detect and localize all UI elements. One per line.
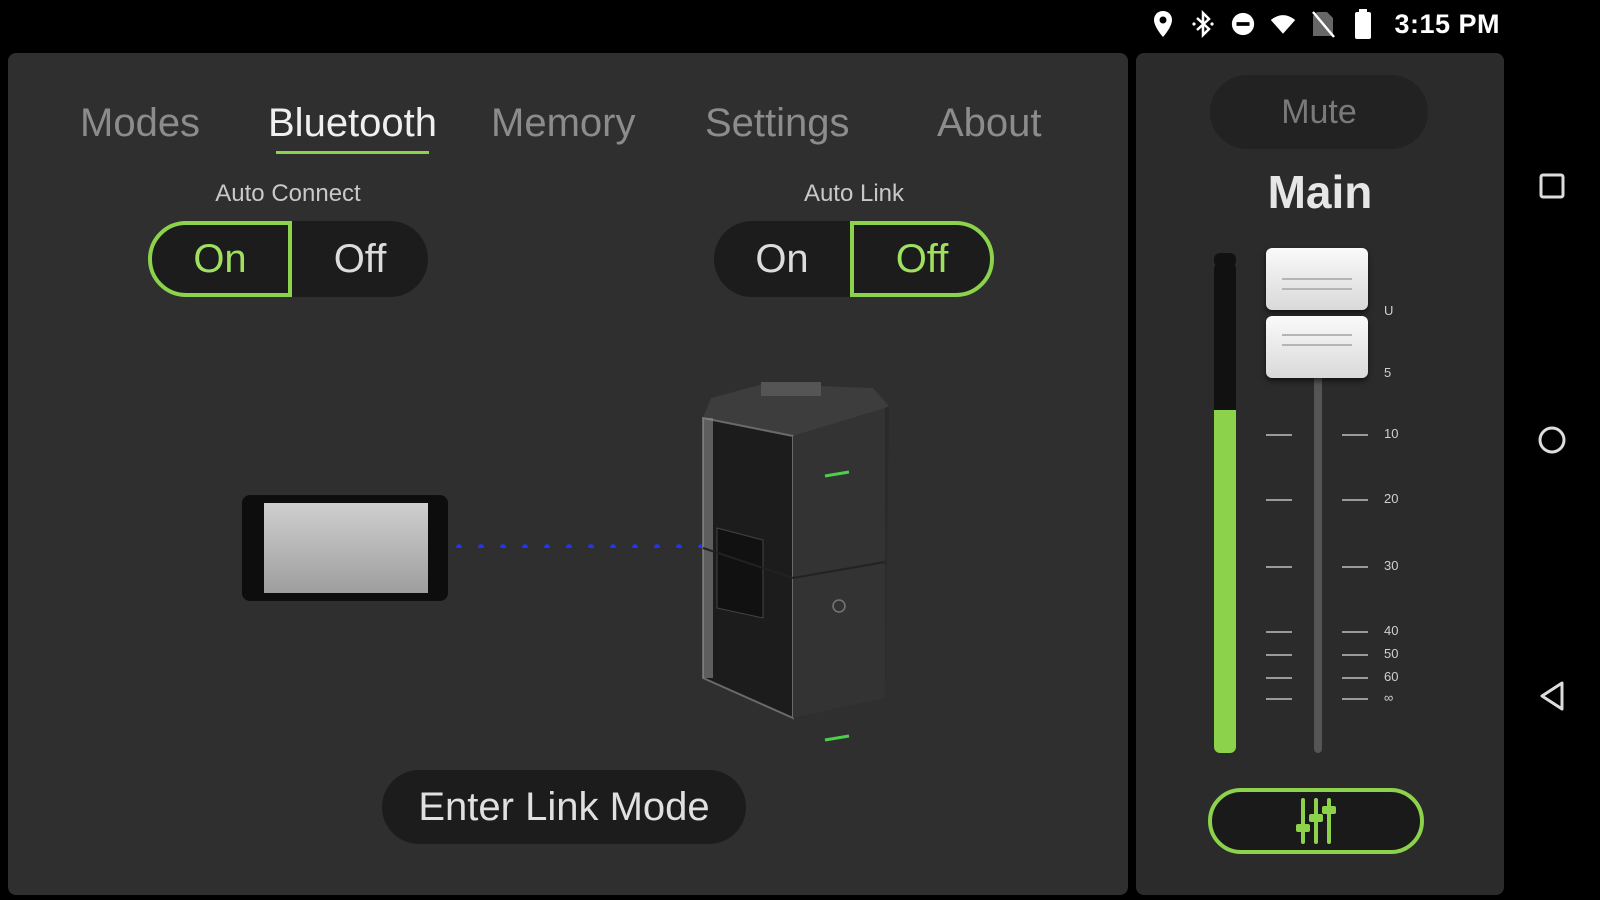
- do-not-disturb-icon: [1230, 9, 1256, 39]
- mute-button[interactable]: Mute: [1210, 75, 1428, 149]
- bluetooth-link-dots: [448, 544, 703, 548]
- back-button[interactable]: [1532, 676, 1572, 716]
- circle-icon: [1538, 426, 1566, 454]
- navigation-bar: [1510, 48, 1600, 900]
- fader-tick: [1266, 434, 1292, 436]
- fader-tick: [1266, 566, 1292, 568]
- tab-bar: Modes Bluetooth Memory Settings About: [8, 101, 1128, 161]
- fader-tick: [1266, 677, 1292, 679]
- fader-tick: [1342, 654, 1368, 656]
- tab-modes[interactable]: Modes: [80, 101, 200, 146]
- auto-link-on-button[interactable]: On: [714, 221, 850, 297]
- fader-scale-label: 50: [1384, 646, 1399, 661]
- battery-icon: [1350, 9, 1376, 39]
- sliders-icon: [1296, 798, 1336, 844]
- fader-scale-label: 5: [1384, 365, 1392, 380]
- fader-tick: [1342, 677, 1368, 679]
- status-time: 3:15 PM: [1394, 8, 1500, 39]
- fader-tick: [1342, 499, 1368, 501]
- status-icons: 3:15 PM: [1150, 8, 1500, 40]
- auto-link-label: Auto Link: [803, 180, 905, 207]
- fader-scale-label: ∞: [1384, 690, 1394, 705]
- square-icon: [1539, 173, 1565, 199]
- auto-connect-off-button[interactable]: Off: [292, 221, 428, 297]
- fader-scale-label: 20: [1384, 491, 1399, 506]
- main-panel: Modes Bluetooth Memory Settings About Au…: [8, 53, 1128, 895]
- location-icon: [1150, 9, 1176, 39]
- fader-tick: [1342, 631, 1368, 633]
- tab-bluetooth[interactable]: Bluetooth: [268, 101, 437, 154]
- back-triangle-icon: [1540, 681, 1564, 711]
- recent-apps-button[interactable]: [1532, 166, 1572, 206]
- home-button[interactable]: [1532, 420, 1572, 460]
- mixer-panel: Mute Main U 5 10 20 30 40 50 60 ∞: [1136, 53, 1504, 895]
- fader-scale-label: 60: [1384, 669, 1399, 684]
- enter-link-mode-button[interactable]: Enter Link Mode: [382, 770, 746, 844]
- fader-scale-label: 10: [1384, 426, 1399, 441]
- auto-connect-toggle: On Off: [148, 221, 428, 297]
- status-bar: 3:15 PM: [0, 0, 1500, 48]
- phone-screen: [264, 503, 428, 593]
- mixer-view-button[interactable]: [1208, 788, 1424, 854]
- fader-scale-label: 30: [1384, 558, 1399, 573]
- tab-settings[interactable]: Settings: [705, 101, 850, 146]
- fader-tick: [1342, 566, 1368, 568]
- fader-tick: [1342, 698, 1368, 700]
- fader-tick: [1266, 499, 1292, 501]
- tab-about[interactable]: About: [937, 101, 1042, 146]
- level-meter-fill: [1214, 410, 1236, 753]
- channel-label: Main: [1267, 166, 1373, 218]
- fader-tick: [1266, 631, 1292, 633]
- fader-track[interactable]: [1314, 333, 1322, 753]
- fader-scale-label: 40: [1384, 623, 1399, 638]
- auto-link-toggle: On Off: [714, 221, 994, 297]
- bluetooth-icon: [1190, 9, 1216, 39]
- fader-tick: [1266, 698, 1292, 700]
- fader-scale-label: U: [1384, 303, 1394, 318]
- fader-handle[interactable]: [1266, 248, 1368, 378]
- phone-illustration: [242, 495, 448, 601]
- fader-tick: [1342, 434, 1368, 436]
- wifi-icon: [1270, 9, 1296, 39]
- auto-link-off-button[interactable]: Off: [850, 221, 994, 297]
- fader-tick: [1266, 654, 1292, 656]
- no-sim-icon: [1310, 9, 1336, 39]
- auto-connect-on-button[interactable]: On: [148, 221, 292, 297]
- auto-connect-label: Auto Connect: [215, 180, 361, 207]
- tab-memory[interactable]: Memory: [491, 101, 635, 146]
- speaker-illustration: [702, 382, 889, 742]
